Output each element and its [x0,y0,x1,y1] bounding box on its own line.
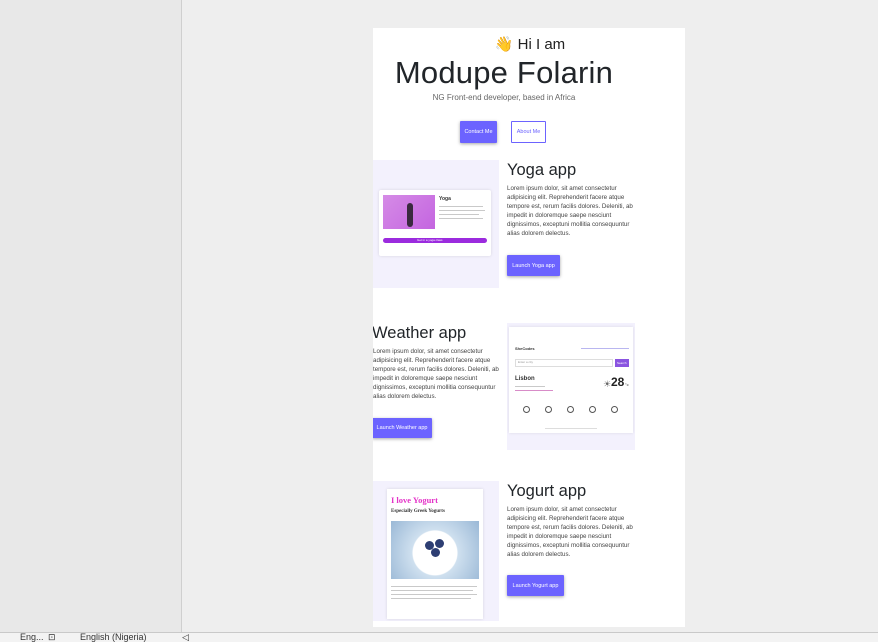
forecast-icon [589,406,596,413]
yoga-mock-image [383,195,435,229]
weather-mock-unit: °c [625,382,629,387]
yoga-mock-title: Yoga [439,196,451,202]
launch-yoga-app-button[interactable]: Launch Yoga app [507,255,560,276]
blueberry-shape [431,548,440,557]
weather-mock-footer [545,428,597,429]
yogurt-mock-heading: I love Yogurt [391,495,438,505]
yogurt-mock-line [391,586,477,587]
yogurt-mock-line [391,590,473,591]
yoga-mock-card: Yoga Get in a yoga class [379,190,491,256]
yoga-mock-line [439,210,485,211]
blueberry-shape [435,539,444,548]
wave-icon: 👋 [494,36,514,53]
weather-app-title: Weather app [373,324,467,342]
yoga-pose-figure [407,203,413,227]
weather-mock-temp: 28 [611,375,625,389]
launch-yogurt-app-button[interactable]: Launch Yogurt app [507,575,564,596]
yogurt-app-description: Lorem ipsum dolor, sit amet consectetur … [507,506,633,558]
yogurt-mock-image [391,521,479,579]
weather-mock-detail [515,386,545,387]
launch-weather-app-button[interactable]: Launch Weather app [373,418,432,438]
contact-me-button[interactable]: Contact Me [460,121,497,143]
forecast-icon [545,406,552,413]
weather-mock-nav [581,348,629,349]
yoga-app-description: Lorem ipsum dolor, sit amet consectetur … [507,185,633,237]
weather-search-button-label: Search [617,361,627,365]
yogurt-mock-line [391,598,471,599]
weather-mock-card: SheCodes Enter a city Search Lisbon ☀ 28… [509,327,633,433]
yogurt-mock-line [391,594,477,595]
weather-app-description: Lorem ipsum dolor, sit amet consectetur … [373,348,499,400]
forecast-icon [523,406,530,413]
hero-name: Modupe Folarin [394,55,614,90]
weather-app-screenshot: SheCodes Enter a city Search Lisbon ☀ 28… [507,323,635,450]
yogurt-mock-subheading: Especially Greek Yogurts [391,509,445,514]
greeting-text: Hi I am [517,36,566,53]
left-side-panel [0,0,182,632]
hero-role: NG Front-end developer, based in Africa [432,93,576,102]
yoga-app-title: Yoga app [507,161,577,179]
yoga-mock-button-label: Get in a yoga class [417,238,443,242]
yogurt-app-title: Yogurt app [507,482,587,500]
yoga-mock-line [439,218,483,219]
yoga-mock-line [439,206,483,207]
weather-mock-brand: SheCodes [515,346,535,351]
yoga-app-screenshot: Yoga Get in a yoga class [373,160,499,288]
yogurt-app-screenshot: I love Yogurt Especially Greek Yogurts [373,481,499,621]
yogurt-mock-card: I love Yogurt Especially Greek Yogurts [387,489,483,619]
about-me-button[interactable]: About Me [511,121,546,143]
weather-mock-city: Lisbon [515,376,535,382]
weather-mock-detail [515,390,553,391]
forecast-icon [567,406,574,413]
weather-sun-icon: ☀ [603,379,612,389]
portfolio-page: 👋 Hi I am Modupe Folarin NG Front-end de… [373,28,685,627]
weather-search-placeholder: Enter a city [518,360,534,364]
yoga-mock-line [439,214,479,215]
forecast-icon [611,406,618,413]
hero-greeting: 👋 Hi I am [399,35,661,53]
